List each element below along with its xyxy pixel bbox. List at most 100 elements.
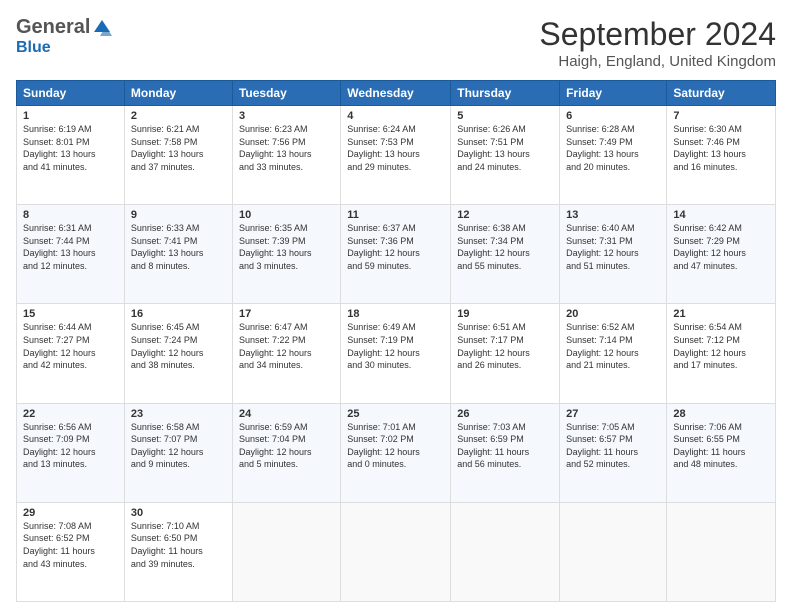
day-info: Sunrise: 7:05 AM Sunset: 6:57 PM Dayligh… [566,421,660,471]
calendar-cell: 5Sunrise: 6:26 AM Sunset: 7:51 PM Daylig… [451,106,560,205]
calendar-cell: 12Sunrise: 6:38 AM Sunset: 7:34 PM Dayli… [451,205,560,304]
calendar-header-saturday: Saturday [667,81,776,106]
calendar-week-row: 8Sunrise: 6:31 AM Sunset: 7:44 PM Daylig… [17,205,776,304]
day-number: 25 [347,408,444,420]
day-number: 12 [457,209,553,221]
day-info: Sunrise: 6:59 AM Sunset: 7:04 PM Dayligh… [239,421,334,471]
day-info: Sunrise: 6:42 AM Sunset: 7:29 PM Dayligh… [673,222,769,272]
day-number: 21 [673,308,769,320]
calendar-cell: 15Sunrise: 6:44 AM Sunset: 7:27 PM Dayli… [17,304,125,403]
day-number: 26 [457,408,553,420]
calendar-cell: 29Sunrise: 7:08 AM Sunset: 6:52 PM Dayli… [17,502,125,601]
calendar-cell [667,502,776,601]
day-info: Sunrise: 6:45 AM Sunset: 7:24 PM Dayligh… [131,321,226,371]
day-info: Sunrise: 7:10 AM Sunset: 6:50 PM Dayligh… [131,520,226,570]
day-info: Sunrise: 6:30 AM Sunset: 7:46 PM Dayligh… [673,123,769,173]
day-info: Sunrise: 6:24 AM Sunset: 7:53 PM Dayligh… [347,123,444,173]
calendar-cell: 7Sunrise: 6:30 AM Sunset: 7:46 PM Daylig… [667,106,776,205]
day-number: 8 [23,209,118,221]
day-number: 19 [457,308,553,320]
day-info: Sunrise: 6:37 AM Sunset: 7:36 PM Dayligh… [347,222,444,272]
calendar-cell: 6Sunrise: 6:28 AM Sunset: 7:49 PM Daylig… [560,106,667,205]
calendar-cell: 25Sunrise: 7:01 AM Sunset: 7:02 PM Dayli… [341,403,451,502]
page: General Blue September 2024 Haigh, Engla… [0,0,792,612]
calendar-cell: 3Sunrise: 6:23 AM Sunset: 7:56 PM Daylig… [232,106,340,205]
day-number: 16 [131,308,226,320]
calendar-header-thursday: Thursday [451,81,560,106]
day-number: 2 [131,110,226,122]
calendar-cell: 27Sunrise: 7:05 AM Sunset: 6:57 PM Dayli… [560,403,667,502]
calendar-cell: 11Sunrise: 6:37 AM Sunset: 7:36 PM Dayli… [341,205,451,304]
calendar-cell: 2Sunrise: 6:21 AM Sunset: 7:58 PM Daylig… [124,106,232,205]
day-number: 3 [239,110,334,122]
logo-icon [92,18,112,38]
day-number: 22 [23,408,118,420]
calendar-cell: 14Sunrise: 6:42 AM Sunset: 7:29 PM Dayli… [667,205,776,304]
day-number: 27 [566,408,660,420]
calendar-header-tuesday: Tuesday [232,81,340,106]
day-info: Sunrise: 6:21 AM Sunset: 7:58 PM Dayligh… [131,123,226,173]
calendar-header-sunday: Sunday [17,81,125,106]
calendar-cell: 1Sunrise: 6:19 AM Sunset: 8:01 PM Daylig… [17,106,125,205]
day-number: 28 [673,408,769,420]
day-number: 23 [131,408,226,420]
day-info: Sunrise: 6:28 AM Sunset: 7:49 PM Dayligh… [566,123,660,173]
day-info: Sunrise: 6:38 AM Sunset: 7:34 PM Dayligh… [457,222,553,272]
calendar-cell: 24Sunrise: 6:59 AM Sunset: 7:04 PM Dayli… [232,403,340,502]
calendar-cell: 19Sunrise: 6:51 AM Sunset: 7:17 PM Dayli… [451,304,560,403]
calendar-cell: 30Sunrise: 7:10 AM Sunset: 6:50 PM Dayli… [124,502,232,601]
calendar-header-row: SundayMondayTuesdayWednesdayThursdayFrid… [17,81,776,106]
calendar-cell: 10Sunrise: 6:35 AM Sunset: 7:39 PM Dayli… [232,205,340,304]
day-info: Sunrise: 6:26 AM Sunset: 7:51 PM Dayligh… [457,123,553,173]
day-info: Sunrise: 6:23 AM Sunset: 7:56 PM Dayligh… [239,123,334,173]
location: Haigh, England, United Kingdom [539,53,776,70]
title-block: September 2024 Haigh, England, United Ki… [539,16,776,70]
day-number: 6 [566,110,660,122]
calendar-header-monday: Monday [124,81,232,106]
day-number: 24 [239,408,334,420]
day-info: Sunrise: 6:40 AM Sunset: 7:31 PM Dayligh… [566,222,660,272]
calendar-cell: 21Sunrise: 6:54 AM Sunset: 7:12 PM Dayli… [667,304,776,403]
calendar-cell: 16Sunrise: 6:45 AM Sunset: 7:24 PM Dayli… [124,304,232,403]
day-number: 17 [239,308,334,320]
logo: General Blue [16,16,112,57]
day-number: 10 [239,209,334,221]
header: General Blue September 2024 Haigh, Engla… [16,16,776,70]
calendar-cell: 20Sunrise: 6:52 AM Sunset: 7:14 PM Dayli… [560,304,667,403]
calendar-cell: 17Sunrise: 6:47 AM Sunset: 7:22 PM Dayli… [232,304,340,403]
day-info: Sunrise: 6:52 AM Sunset: 7:14 PM Dayligh… [566,321,660,371]
day-number: 30 [131,507,226,519]
day-info: Sunrise: 6:33 AM Sunset: 7:41 PM Dayligh… [131,222,226,272]
logo-general-text: General [16,16,90,39]
calendar-cell: 26Sunrise: 7:03 AM Sunset: 6:59 PM Dayli… [451,403,560,502]
day-number: 7 [673,110,769,122]
day-info: Sunrise: 7:03 AM Sunset: 6:59 PM Dayligh… [457,421,553,471]
day-info: Sunrise: 6:51 AM Sunset: 7:17 PM Dayligh… [457,321,553,371]
day-info: Sunrise: 6:49 AM Sunset: 7:19 PM Dayligh… [347,321,444,371]
day-info: Sunrise: 6:58 AM Sunset: 7:07 PM Dayligh… [131,421,226,471]
day-number: 13 [566,209,660,221]
day-number: 1 [23,110,118,122]
day-info: Sunrise: 6:56 AM Sunset: 7:09 PM Dayligh… [23,421,118,471]
day-number: 9 [131,209,226,221]
day-number: 14 [673,209,769,221]
day-info: Sunrise: 7:08 AM Sunset: 6:52 PM Dayligh… [23,520,118,570]
calendar-cell: 8Sunrise: 6:31 AM Sunset: 7:44 PM Daylig… [17,205,125,304]
calendar-cell [451,502,560,601]
calendar-cell: 22Sunrise: 6:56 AM Sunset: 7:09 PM Dayli… [17,403,125,502]
day-info: Sunrise: 6:47 AM Sunset: 7:22 PM Dayligh… [239,321,334,371]
logo-blue-text: Blue [16,39,51,57]
calendar-week-row: 22Sunrise: 6:56 AM Sunset: 7:09 PM Dayli… [17,403,776,502]
day-number: 11 [347,209,444,221]
day-number: 18 [347,308,444,320]
calendar-cell: 9Sunrise: 6:33 AM Sunset: 7:41 PM Daylig… [124,205,232,304]
day-info: Sunrise: 6:19 AM Sunset: 8:01 PM Dayligh… [23,123,118,173]
calendar-cell [341,502,451,601]
calendar-week-row: 15Sunrise: 6:44 AM Sunset: 7:27 PM Dayli… [17,304,776,403]
calendar-cell: 28Sunrise: 7:06 AM Sunset: 6:55 PM Dayli… [667,403,776,502]
day-info: Sunrise: 7:01 AM Sunset: 7:02 PM Dayligh… [347,421,444,471]
calendar: SundayMondayTuesdayWednesdayThursdayFrid… [16,80,776,602]
calendar-header-wednesday: Wednesday [341,81,451,106]
day-info: Sunrise: 6:44 AM Sunset: 7:27 PM Dayligh… [23,321,118,371]
day-number: 5 [457,110,553,122]
